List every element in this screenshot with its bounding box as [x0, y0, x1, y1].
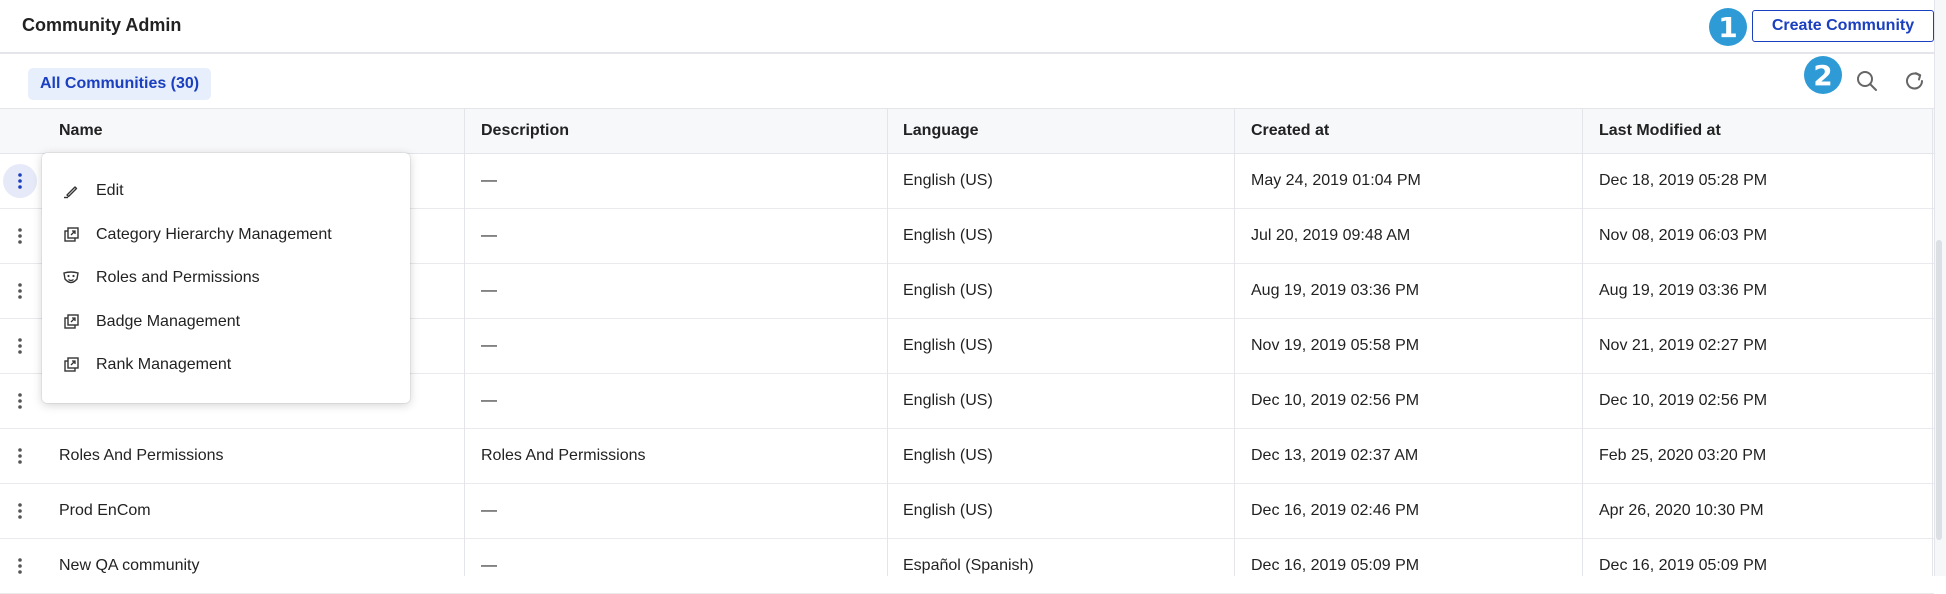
column-divider	[1582, 108, 1583, 576]
column-header-language[interactable]: Language	[903, 109, 979, 153]
row-actions-kebab-icon[interactable]	[6, 326, 34, 366]
cell-description: —	[481, 502, 497, 519]
cell-description: —	[481, 227, 497, 244]
scrollbar-thumb[interactable]	[1936, 240, 1942, 540]
cell-language: English (US)	[903, 502, 993, 519]
menu-item-label: Rank Management	[96, 356, 232, 373]
row-actions-kebab-icon[interactable]	[6, 216, 34, 256]
cell-created-at: Dec 13, 2019 02:37 AM	[1251, 447, 1419, 464]
menu-item-badge-management[interactable]: Badge Management	[42, 302, 410, 342]
table-row[interactable]: New QA community — Español (Spanish) Dec…	[0, 539, 1934, 594]
row-actions-kebab-icon[interactable]	[6, 271, 34, 311]
cell-description: —	[481, 392, 497, 409]
top-bar: Community Admin Create Community	[0, 0, 1940, 54]
cell-created-at: Dec 16, 2019 02:46 PM	[1251, 502, 1420, 519]
cell-created-at: May 24, 2019 01:04 PM	[1251, 172, 1421, 189]
column-divider	[1234, 108, 1235, 576]
menu-item-label: Roles and Permissions	[96, 269, 260, 286]
cell-language: English (US)	[903, 447, 993, 464]
cell-language: English (US)	[903, 227, 993, 244]
cell-last-modified-at: Dec 10, 2019 02:56 PM	[1599, 392, 1768, 409]
cell-created-at: Nov 19, 2019 05:58 PM	[1251, 337, 1420, 354]
cell-language: English (US)	[903, 392, 993, 409]
column-divider	[887, 108, 888, 576]
cell-language: English (US)	[903, 172, 993, 189]
cell-created-at: Dec 16, 2019 05:09 PM	[1251, 557, 1420, 574]
menu-item-edit[interactable]: Edit	[42, 171, 410, 211]
column-header-name[interactable]: Name	[59, 109, 103, 153]
pencil-icon	[62, 182, 80, 200]
cell-name[interactable]: Prod EnCom	[59, 484, 151, 538]
menu-item-label: Edit	[96, 182, 124, 199]
table-row[interactable]: Prod EnCom — English (US) Dec 16, 2019 0…	[0, 484, 1934, 539]
table-header: Name Description Language Created at Las…	[0, 108, 1934, 154]
table-row[interactable]: Roles And Permissions Roles And Permissi…	[0, 429, 1934, 484]
callout-marker-2: 2	[1804, 56, 1842, 94]
cell-language: English (US)	[903, 282, 993, 299]
cell-created-at: Dec 10, 2019 02:56 PM	[1251, 392, 1420, 409]
row-actions-kebab-icon[interactable]	[3, 164, 37, 198]
row-actions-kebab-icon[interactable]	[6, 491, 34, 531]
menu-item-label: Badge Management	[96, 313, 241, 330]
refresh-icon[interactable]	[1902, 68, 1928, 94]
cell-description: —	[481, 282, 497, 299]
cell-last-modified-at: Aug 19, 2019 03:36 PM	[1599, 282, 1768, 299]
cell-name[interactable]: Roles And Permissions	[59, 429, 224, 483]
cell-last-modified-at: Apr 26, 2020 10:30 PM	[1599, 502, 1764, 519]
cell-last-modified-at: Dec 16, 2019 05:09 PM	[1599, 557, 1768, 574]
cell-language: English (US)	[903, 337, 993, 354]
menu-item-roles-and-permissions[interactable]: Roles and Permissions	[42, 258, 410, 298]
row-actions-kebab-icon[interactable]	[6, 436, 34, 476]
cell-description: —	[481, 337, 497, 354]
column-header-description[interactable]: Description	[481, 109, 569, 153]
cell-name[interactable]: New QA community	[59, 539, 199, 593]
filter-tab-all-communities[interactable]: All Communities (30)	[28, 68, 212, 100]
column-header-created-at[interactable]: Created at	[1251, 109, 1329, 153]
external-link-icon	[62, 313, 80, 331]
column-divider	[1932, 108, 1933, 576]
row-actions-kebab-icon[interactable]	[6, 381, 34, 421]
row-actions-menu: Edit Category Hierarchy Management Roles…	[42, 153, 410, 403]
cell-description: —	[481, 172, 497, 189]
menu-item-rank-management[interactable]: Rank Management	[42, 345, 410, 385]
cell-description: Roles And Permissions	[481, 447, 646, 464]
cell-description: —	[481, 557, 497, 574]
cell-last-modified-at: Nov 21, 2019 02:27 PM	[1599, 337, 1768, 354]
cell-language: Español (Spanish)	[903, 557, 1034, 574]
menu-item-category-hierarchy-management[interactable]: Category Hierarchy Management	[42, 215, 410, 255]
masks-icon	[62, 269, 80, 287]
column-header-last-modified-at[interactable]: Last Modified at	[1599, 109, 1721, 153]
menu-item-label: Category Hierarchy Management	[96, 226, 332, 243]
external-link-icon	[62, 356, 80, 374]
cell-created-at: Jul 20, 2019 09:48 AM	[1251, 227, 1411, 244]
page-title: Community Admin	[22, 15, 182, 35]
row-actions-kebab-icon[interactable]	[6, 546, 34, 586]
create-community-button[interactable]: Create Community	[1752, 10, 1934, 42]
search-icon[interactable]	[1854, 68, 1880, 94]
external-link-icon	[62, 226, 80, 244]
column-divider	[464, 108, 465, 576]
cell-created-at: Aug 19, 2019 03:36 PM	[1251, 282, 1420, 299]
cell-last-modified-at: Nov 08, 2019 06:03 PM	[1599, 227, 1768, 244]
cell-last-modified-at: Feb 25, 2020 03:20 PM	[1599, 447, 1767, 464]
cell-last-modified-at: Dec 18, 2019 05:28 PM	[1599, 172, 1768, 189]
callout-marker-1: 1	[1709, 8, 1747, 46]
